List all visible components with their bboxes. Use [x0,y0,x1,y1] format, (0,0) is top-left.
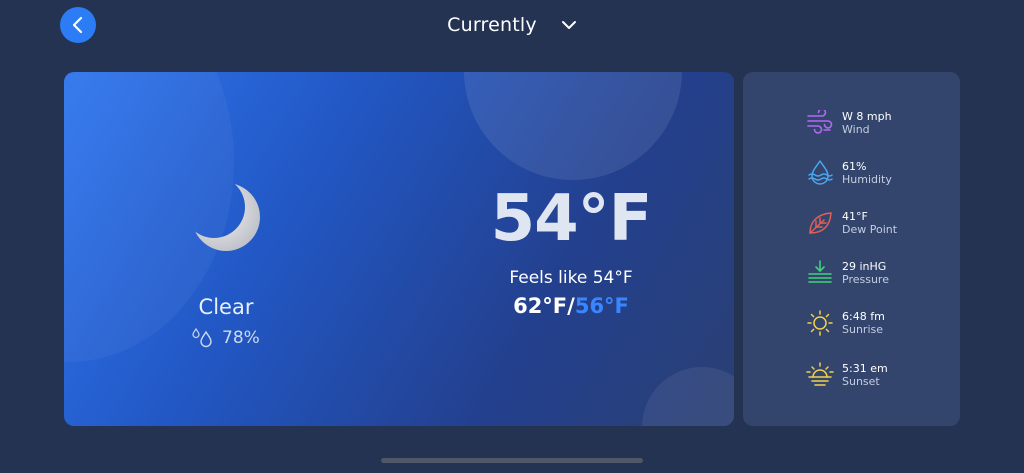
sunset-label: Sunset [842,375,880,388]
home-indicator[interactable] [381,458,643,463]
dew-point-label: Dew Point [842,223,898,236]
current-conditions-card: Clear 78% 54°F Feels like 54°F 62°F/56°F [64,72,734,426]
pressure-icon [805,258,835,288]
precipitation: 78% [192,328,260,348]
header: Currently [0,14,1024,36]
raindrops-icon [192,328,212,348]
decorative-circle [464,72,682,180]
page-title[interactable]: Currently [447,14,537,36]
sunrise-value: 6:48 fm [842,310,885,323]
condition-label: Clear [198,295,254,319]
detail-sunset: 5:31 em Sunset [805,360,888,390]
high-low-separator: / [567,294,575,318]
humidity-label: Humidity [842,173,892,186]
wind-label: Wind [842,123,870,136]
low-temperature: 56°F [574,294,629,318]
feels-like: Feels like 54°F [509,268,633,288]
pressure-label: Pressure [842,273,889,286]
dew-point-value: 41°F [842,210,868,223]
weather-screen: Currently Clear 78% 54°F Feels like 54°F… [0,0,1024,473]
wind-value: W 8 mph [842,110,892,123]
detail-wind: W 8 mph Wind [805,108,892,138]
detail-sunrise: 6:48 fm Sunrise [805,308,885,338]
dew-point-icon [805,208,835,238]
detail-pressure: 29 inHG Pressure [805,258,889,288]
high-low-temperature: 62°F/56°F [434,294,708,318]
sunset-value: 5:31 em [842,362,888,375]
sunrise-icon [805,308,835,338]
current-temperature: 54°F [490,182,653,256]
detail-dew-point: 41°F Dew Point [805,208,897,238]
precipitation-value: 78% [222,328,260,348]
details-card: W 8 mph Wind 61% Humidity 41°F Dew Point… [743,72,960,426]
high-temperature: 62°F [513,294,568,318]
humidity-icon [805,158,835,188]
wind-icon [805,108,835,138]
pressure-value: 29 inHG [842,260,887,273]
decorative-circle [642,367,734,426]
chevron-down-icon[interactable] [561,20,577,30]
sunrise-label: Sunrise [842,323,884,336]
detail-humidity: 61% Humidity [805,158,892,188]
moon-icon [188,178,268,262]
sunset-icon [805,360,835,390]
humidity-value: 61% [842,160,867,173]
